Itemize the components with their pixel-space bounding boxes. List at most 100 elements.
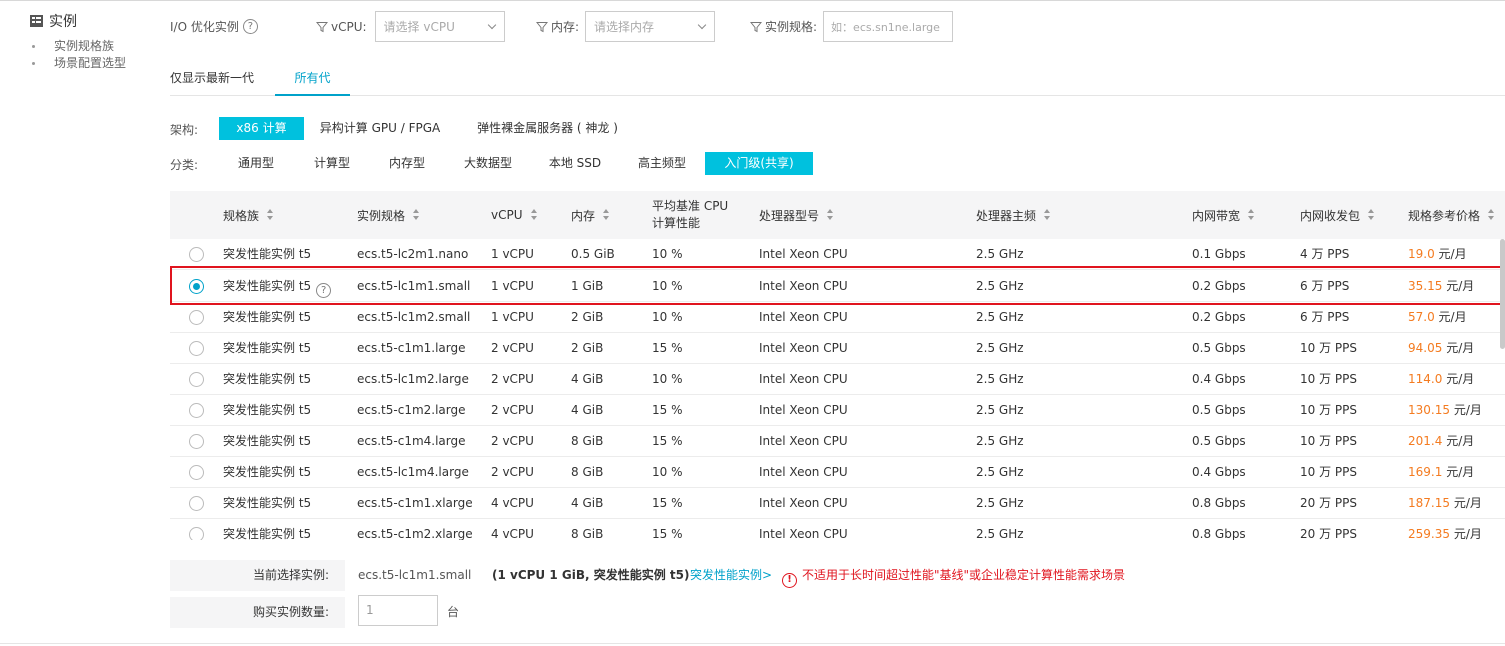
category-option-local-ssd[interactable]: 本地 SSD (541, 152, 609, 175)
table-row-selected[interactable]: 突发性能实例 t5? ecs.t5-lc1m1.small 1 vCPU 1 G… (170, 270, 1505, 302)
row-radio[interactable] (189, 527, 204, 540)
cell-processor: Intel Xeon CPU (759, 279, 848, 293)
category-option-memory[interactable]: 内存型 (375, 152, 439, 175)
cell-vcpu: 1 vCPU (491, 310, 534, 324)
current-selection-desc: (1 vCPU 1 GiB, 突发性能实例 t5) (492, 568, 690, 582)
column-header-bandwidth[interactable]: 内网带宽 (1192, 191, 1255, 239)
cell-memory: 4 GiB (571, 372, 604, 386)
price-value: 19.0 (1408, 247, 1435, 261)
table-row[interactable]: 突发性能实例 t5 ecs.t5-lc1m2.small 1 vCPU 2 Gi… (170, 302, 1505, 333)
instance-table: 规格族 实例规格 vCPU 内存 平均基准 CPU 计算性能 处理器型号 处理器主… (170, 191, 1505, 540)
table-row[interactable]: 突发性能实例 t5 ecs.t5-lc1m4.large 2 vCPU 8 Gi… (170, 457, 1505, 488)
category-option-big-data[interactable]: 大数据型 (454, 152, 522, 175)
help-icon[interactable]: ? (316, 283, 332, 298)
column-header-frequency[interactable]: 处理器主频 (976, 191, 1051, 239)
cell-memory: 0.5 GiB (571, 247, 615, 261)
table-row[interactable]: 突发性能实例 t5 ecs.t5-c1m4.large 2 vCPU 8 GiB… (170, 426, 1505, 457)
spec-filter: 实例规格: 如：ecs.sn1ne.large (750, 11, 954, 42)
table-row[interactable]: 突发性能实例 t5 ecs.t5-lc2m1.nano 1 vCPU 0.5 G… (170, 239, 1505, 270)
sort-icon (267, 209, 274, 221)
cell-memory: 8 GiB (571, 434, 604, 448)
cell-family: 突发性能实例 t5 (223, 465, 312, 479)
memory-select[interactable]: 请选择内存 (585, 11, 716, 42)
vcpu-select[interactable]: 请选择 vCPU (374, 11, 505, 42)
cell-frequency: 2.5 GHz (976, 279, 1024, 293)
cell-spec: ecs.t5-lc1m4.large (357, 465, 469, 479)
column-header-label: 计算性能 (652, 216, 701, 230)
cell-pps: 10 万 PPS (1300, 434, 1357, 448)
table-row[interactable]: 突发性能实例 t5 ecs.t5-lc1m2.large 2 vCPU 4 Gi… (170, 364, 1505, 395)
arch-option-bare-metal[interactable]: 弹性裸金属服务器 ( 神龙 ) (470, 117, 625, 140)
warning-text: 不适用于长时间超过性能"基线"或企业稳定计算性能需求场景 (802, 568, 1126, 582)
cell-family: 突发性能实例 t5 (223, 247, 312, 261)
row-radio[interactable] (189, 496, 204, 511)
cell-baseline: 10 % (652, 247, 683, 261)
cell-memory: 8 GiB (571, 465, 604, 479)
row-radio[interactable] (189, 403, 204, 418)
column-header-processor[interactable]: 处理器型号 (759, 191, 834, 239)
sort-icon (827, 209, 834, 221)
help-icon[interactable]: ? (242, 19, 258, 34)
column-header-price[interactable]: 规格参考价格 (1408, 191, 1495, 239)
price-value: 57.0 (1408, 310, 1435, 324)
table-row[interactable]: 突发性能实例 t5 ecs.t5-c1m1.large 2 vCPU 2 GiB… (170, 333, 1505, 364)
spec-input[interactable]: 如：ecs.sn1ne.large (823, 11, 954, 42)
cell-vcpu: 1 vCPU (491, 279, 534, 293)
row-radio[interactable] (189, 341, 204, 356)
row-radio[interactable] (189, 434, 204, 449)
arch-option-x86[interactable]: x86 计算 (219, 117, 304, 140)
burstable-instance-link[interactable]: 突发性能实例> (690, 560, 772, 591)
sidebar-list: 实例规格族 场景配置选型 (30, 38, 150, 72)
column-header-label: 处理器主频 (976, 208, 1037, 223)
price-unit: 元/月 (1446, 434, 1475, 448)
spec-input-placeholder: 如：ecs.sn1ne.large (831, 20, 940, 34)
quantity-input[interactable]: 1 (358, 595, 438, 626)
column-header-label: 平均基准 CPU (652, 199, 729, 213)
price-unit: 元/月 (1453, 496, 1482, 510)
scrollbar-thumb[interactable] (1500, 239, 1505, 349)
category-option-high-freq[interactable]: 高主频型 (628, 152, 696, 175)
cell-baseline: 15 % (652, 341, 683, 355)
filter-bar: I/O 优化实例 ? vCPU: 请选择 vCPU 内存: 请选择内存 实例规格… (170, 11, 1500, 42)
category-option-general[interactable]: 通用型 (224, 152, 288, 175)
sidebar-item-instance-family[interactable]: 实例规格族 (30, 38, 150, 55)
row-radio[interactable] (189, 310, 204, 325)
cell-processor: Intel Xeon CPU (759, 403, 848, 417)
column-header-family[interactable]: 规格族 (223, 191, 274, 239)
cell-vcpu: 4 vCPU (491, 496, 534, 510)
current-selection-spec: ecs.t5-lc1m1.small (358, 568, 472, 582)
price-value: 201.4 (1408, 434, 1443, 448)
tab-all-generations[interactable]: 所有代 (275, 62, 350, 96)
tab-latest-only[interactable]: 仅显示最新一代 (170, 62, 266, 96)
cell-processor: Intel Xeon CPU (759, 310, 848, 324)
cell-processor: Intel Xeon CPU (759, 372, 848, 386)
sidebar-title[interactable]: 实例 (30, 10, 150, 32)
column-header-vcpu[interactable]: vCPU (491, 191, 538, 239)
row-radio[interactable] (189, 465, 204, 480)
category-label: 分类: (170, 158, 199, 172)
cell-pps: 10 万 PPS (1300, 341, 1357, 355)
price-unit: 元/月 (1446, 372, 1475, 386)
sidebar-item-scenario[interactable]: 场景配置选型 (30, 55, 150, 72)
sort-icon (1368, 209, 1375, 221)
price-unit: 元/月 (1446, 465, 1475, 479)
column-header-memory[interactable]: 内存 (571, 191, 610, 239)
row-radio-checked[interactable] (189, 279, 204, 294)
cell-memory: 4 GiB (571, 403, 604, 417)
row-radio[interactable] (189, 247, 204, 262)
column-header-pps[interactable]: 内网收发包 (1300, 191, 1375, 239)
table-row[interactable]: 突发性能实例 t5 ecs.t5-c1m2.xlarge 4 vCPU 8 Gi… (170, 519, 1505, 540)
cell-vcpu: 2 vCPU (491, 465, 534, 479)
category-option-compute[interactable]: 计算型 (300, 152, 364, 175)
cell-spec: ecs.t5-c1m4.large (357, 434, 466, 448)
table-row[interactable]: 突发性能实例 t5 ecs.t5-c1m2.large 2 vCPU 4 GiB… (170, 395, 1505, 426)
arch-option-gpu-fpga[interactable]: 异构计算 GPU / FPGA (315, 117, 445, 140)
cell-price: 169.1 元/月 (1408, 457, 1474, 488)
category-option-entry-shared[interactable]: 入门级(共享) (705, 152, 813, 175)
table-row[interactable]: 突发性能实例 t5 ecs.t5-c1m1.xlarge 4 vCPU 4 Gi… (170, 488, 1505, 519)
row-radio[interactable] (189, 372, 204, 387)
price-unit: 元/月 (1453, 527, 1482, 540)
cell-frequency: 2.5 GHz (976, 247, 1024, 261)
table-scrollbar[interactable] (1500, 239, 1505, 539)
column-header-spec[interactable]: 实例规格 (357, 191, 420, 239)
